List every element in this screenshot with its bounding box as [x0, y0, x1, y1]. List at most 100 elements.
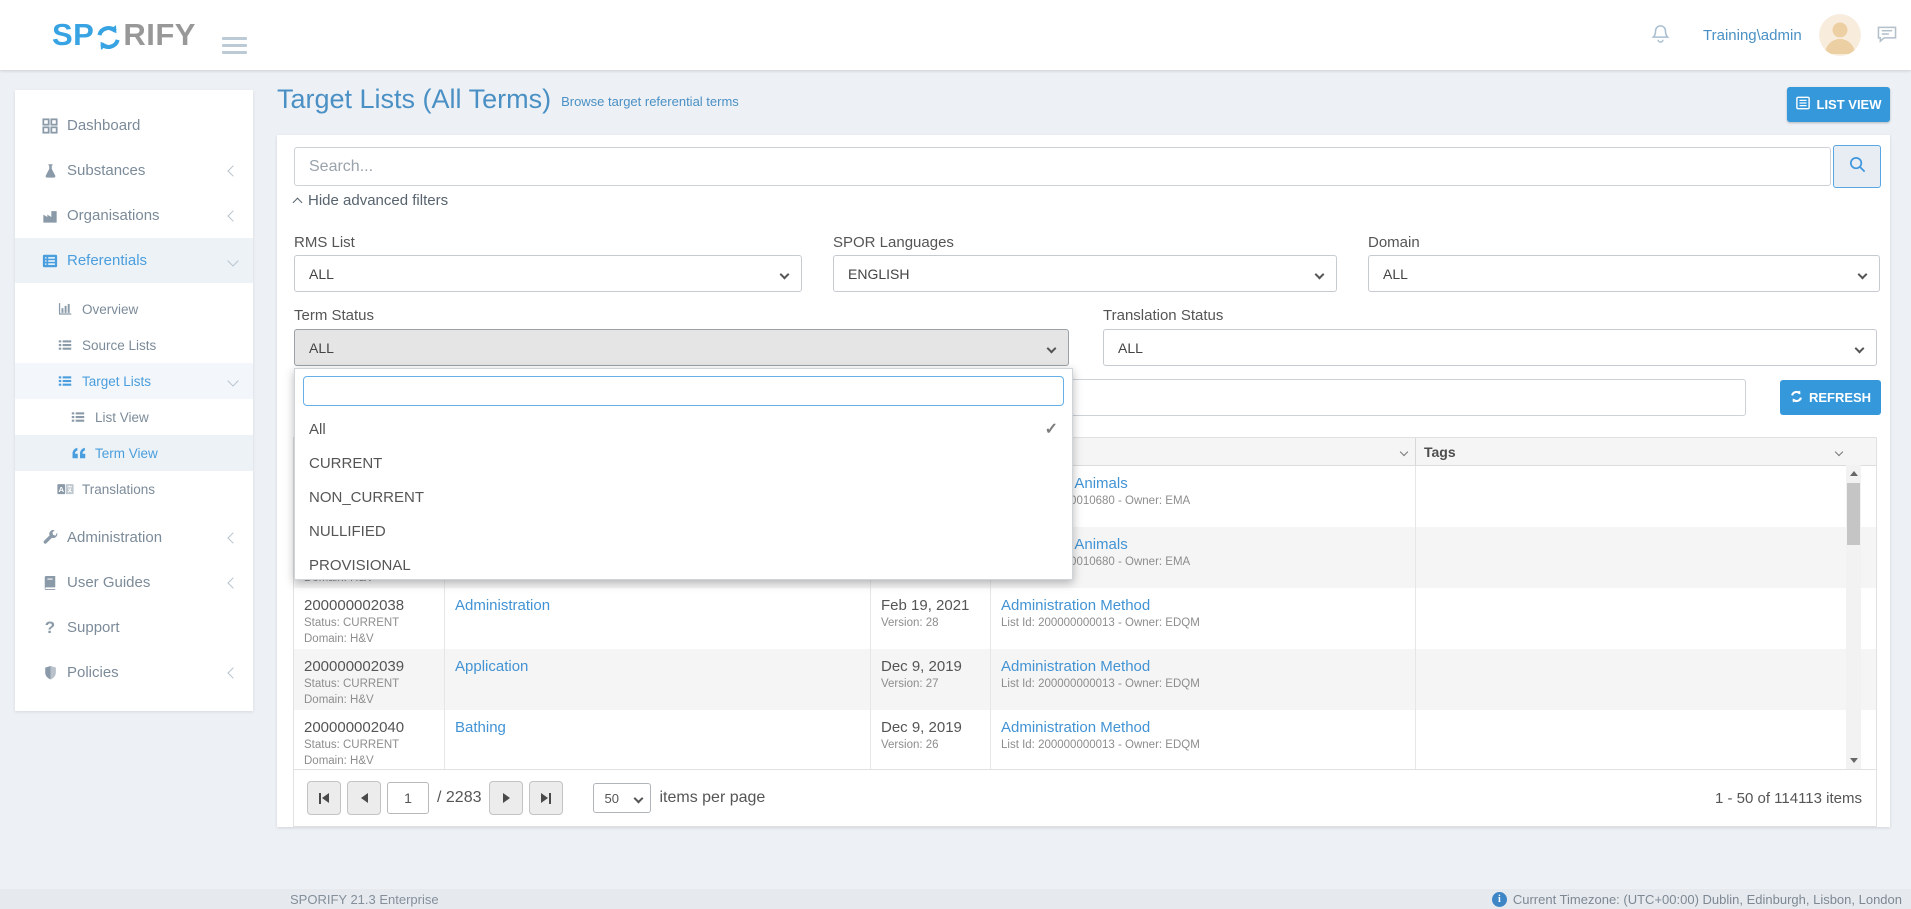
term-status-select[interactable]: ALL [294, 329, 1069, 366]
option-current[interactable]: CURRENT [295, 446, 1072, 480]
term-status-dropdown: All ✓ CURRENT NON_CURRENT NULLIFIED PROV… [294, 368, 1073, 580]
sidebar-label: Administration [67, 529, 162, 546]
page-number-input[interactable] [387, 782, 429, 814]
svg-text:A: A [58, 485, 64, 494]
term-date: Dec 9, 2019 [881, 658, 984, 676]
list-view-icon [1796, 96, 1810, 113]
last-page-button[interactable] [529, 781, 563, 815]
chevron-down-icon [227, 375, 238, 386]
translation-status-value: ALL [1118, 340, 1143, 356]
table-row[interactable]: 200000002040Status: CURRENTDomain: H&V B… [294, 710, 1876, 771]
column-menu-icon[interactable] [1400, 447, 1408, 455]
logo-text-primary: SP [52, 17, 94, 53]
sidebar-item-support[interactable]: ? Support [15, 605, 253, 650]
term-name-link[interactable]: Bathing [455, 719, 864, 737]
term-domain: Domain: H&V [304, 754, 438, 769]
refresh-button[interactable]: REFRESH [1780, 380, 1881, 415]
first-page-button[interactable] [307, 781, 341, 815]
sidebar-item-dashboard[interactable]: Dashboard [15, 103, 253, 148]
table-row[interactable]: 200000002039Status: CURRENTDomain: H&V A… [294, 649, 1876, 710]
option-nullified[interactable]: NULLIFIED [295, 514, 1072, 548]
scroll-down-icon[interactable] [1846, 753, 1861, 768]
column-menu-icon[interactable] [1835, 447, 1843, 455]
translation-status-select[interactable]: ALL [1103, 329, 1877, 366]
chevron-down-icon [1855, 344, 1865, 354]
term-name-link[interactable]: Application [455, 658, 864, 676]
wrench-icon [40, 530, 60, 546]
notifications-bell-icon[interactable] [1650, 23, 1671, 49]
term-status-value: ALL [309, 340, 334, 356]
option-provisional[interactable]: PROVISIONAL [295, 548, 1072, 580]
search-icon [1848, 155, 1867, 179]
term-id: 200000002040 [304, 719, 438, 737]
translate-icon: A [55, 483, 75, 496]
list-name-link[interactable]: Administration Method [1001, 658, 1409, 676]
top-bar: SP RIFY Training\admin [0, 0, 1911, 70]
sidebar-item-list-view[interactable]: List View [15, 399, 253, 435]
term-status-label: Term Status [294, 307, 374, 324]
spor-languages-value: ENGLISH [848, 266, 909, 282]
option-label: NON_CURRENT [309, 489, 424, 506]
table-row[interactable]: 200000002038Status: CURRENTDomain: H&V A… [294, 588, 1876, 649]
term-version: Version: 28 [881, 616, 984, 631]
footer: SPORIFY 21.3 Enterprise i Current Timezo… [0, 889, 1911, 909]
chevron-down-icon [1858, 270, 1868, 280]
dashboard-grid-icon [40, 118, 60, 134]
list-view-button-label: LIST VIEW [1817, 97, 1882, 112]
avatar[interactable] [1819, 14, 1861, 56]
term-name-link[interactable]: Administration [455, 597, 864, 615]
term-status: Status: CURRENT [304, 677, 438, 692]
domain-value: ALL [1383, 266, 1408, 282]
term-id: 200000002039 [304, 658, 438, 676]
sidebar-item-term-view[interactable]: Term View [15, 435, 253, 471]
next-page-button[interactable] [489, 781, 523, 815]
sidebar-item-administration[interactable]: Administration [15, 515, 253, 560]
translation-status-label: Translation Status [1103, 307, 1223, 324]
sidebar-item-referentials[interactable]: Referentials [15, 238, 253, 283]
factory-icon [40, 208, 60, 224]
search-button[interactable] [1833, 145, 1881, 188]
sidebar-label: Support [67, 619, 120, 636]
list-view-button[interactable]: LIST VIEW [1787, 87, 1890, 122]
refresh-button-label: REFRESH [1809, 390, 1871, 405]
scroll-up-icon[interactable] [1846, 466, 1861, 481]
app-logo[interactable]: SP RIFY [52, 17, 196, 53]
hamburger-menu-icon[interactable] [222, 37, 247, 58]
sidebar-item-substances[interactable]: Substances [15, 148, 253, 193]
page-count: / 2283 [437, 789, 481, 807]
sidebar-item-target-lists[interactable]: Target Lists [15, 363, 253, 399]
search-input[interactable] [294, 147, 1831, 186]
page-size-value: 50 [604, 791, 618, 806]
rms-list-select[interactable]: ALL [294, 255, 802, 292]
option-non-current[interactable]: NON_CURRENT [295, 480, 1072, 514]
list-name-link[interactable]: Administration Method [1001, 597, 1409, 615]
chevron-down-icon [1047, 344, 1057, 354]
pager: / 2283 50 items per page 1 - 50 of 11411… [293, 769, 1877, 827]
feedback-comment-icon[interactable] [1876, 25, 1898, 49]
table-scrollbar[interactable] [1846, 465, 1861, 769]
pager-status: 1 - 50 of 114113 items [1715, 790, 1876, 807]
term-version: Version: 26 [881, 738, 984, 753]
user-menu[interactable]: Training\admin [1703, 27, 1802, 44]
sidebar-item-overview[interactable]: Overview [15, 291, 253, 327]
sidebar-item-policies[interactable]: Policies [15, 650, 253, 695]
chevron-down-icon [1315, 270, 1325, 280]
term-status: Status: CURRENT [304, 738, 438, 753]
list-info: List Id: 200000000013 - Owner: EDQM [1001, 738, 1409, 753]
sidebar-item-user-guides[interactable]: User Guides [15, 560, 253, 605]
dropdown-filter-input[interactable] [303, 376, 1064, 406]
spor-languages-select[interactable]: ENGLISH [833, 255, 1337, 292]
chevron-down-icon [780, 270, 790, 280]
timezone-label: Current Timezone: (UTC+00:00) Dublin, Ed… [1513, 892, 1902, 907]
list-name-link[interactable]: Administration Method [1001, 719, 1409, 737]
sidebar-item-translations[interactable]: A Translations [15, 471, 253, 507]
sidebar-item-source-lists[interactable]: Source Lists [15, 327, 253, 363]
scrollbar-thumb[interactable] [1847, 483, 1860, 545]
sidebar-item-organisations[interactable]: Organisations [15, 193, 253, 238]
domain-select[interactable]: ALL [1368, 255, 1880, 292]
option-all[interactable]: All ✓ [295, 412, 1072, 446]
previous-page-button[interactable] [347, 781, 381, 815]
toggle-advanced-filters[interactable]: Hide advanced filters [294, 192, 448, 209]
page-size-select[interactable]: 50 [593, 783, 651, 813]
rms-list-value: ALL [309, 266, 334, 282]
